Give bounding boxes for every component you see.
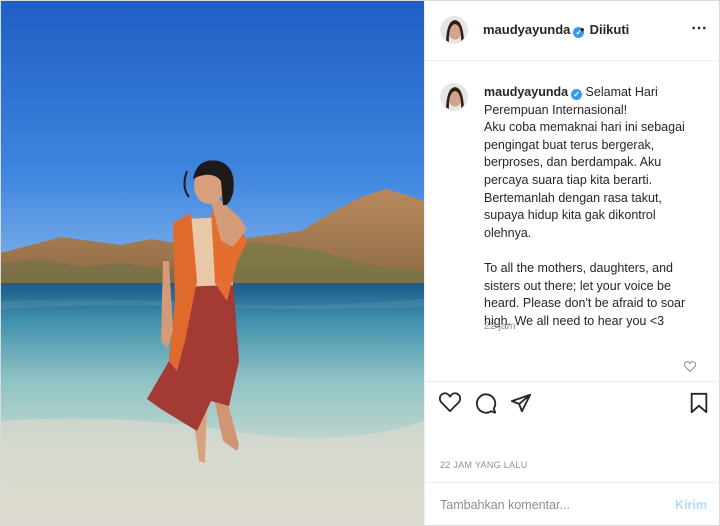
caption-line: berproses, dan berdampak. Aku <box>484 155 662 170</box>
post-detail-panel: maudyayunda ✓ • Diikuti ⋯ maudyayunda ✓ Sel… <box>424 1 720 525</box>
comment-bar: Kirim <box>425 482 720 525</box>
caption-like-heart-icon[interactable] <box>683 359 697 377</box>
post-actions-bar <box>425 381 720 426</box>
more-options-icon[interactable]: ⋯ <box>691 18 708 38</box>
caption-line: sisters out there; let your voice be <box>484 278 671 293</box>
bookmark-icon[interactable] <box>689 392 709 419</box>
post-caption: maudyayunda ✓ Selamat Hari Perempuan Inte… <box>425 62 720 362</box>
post-photo[interactable] <box>1 1 424 525</box>
post-header: maudyayunda ✓ • Diikuti ⋯ <box>425 1 720 61</box>
caption-line: Bertemanlah dengan rasa takut, <box>484 190 662 205</box>
caption-author-avatar[interactable] <box>440 83 468 111</box>
caption-line: pengingat buat terus bergerak, <box>484 137 655 152</box>
caption-line: To all the mothers, daughters, and <box>484 260 674 275</box>
caption-line: Aku coba memaknai hari ini sebagai <box>484 120 685 135</box>
caption-line: supaya hidup kita gak dikontrol <box>484 208 656 223</box>
post-comment-button[interactable]: Kirim <box>675 498 707 512</box>
heart-icon[interactable] <box>438 392 462 417</box>
follow-status[interactable]: • Diikuti <box>580 22 629 37</box>
comment-icon[interactable] <box>475 392 497 419</box>
paper-plane-icon[interactable] <box>510 392 532 419</box>
author-username[interactable]: maudyayunda ✓ <box>483 22 585 38</box>
author-avatar[interactable] <box>440 16 468 44</box>
post-time-ago[interactable]: 22 JAM YANG LALU <box>440 460 528 470</box>
comment-input[interactable] <box>440 495 660 515</box>
caption-line: Selamat Hari <box>585 85 658 99</box>
follow-status-label: Diikuti <box>589 22 630 37</box>
follow-separator: • <box>580 22 585 37</box>
caption-timestamp[interactable]: 22 jam <box>484 320 516 332</box>
caption-text: maudyayunda ✓ Selamat Hari Perempuan Inte… <box>484 84 704 330</box>
caption-line: heard. Please don't be afraid to soar <box>484 296 686 311</box>
caption-line: percaya suara tiap kita berarti. <box>484 172 653 187</box>
caption-line: Perempuan Internasional! <box>484 102 628 117</box>
caption-author-username[interactable]: maudyayunda <box>484 85 568 99</box>
caption-line: olehnya. <box>484 225 532 240</box>
caption-verified-badge-icon: ✓ <box>571 89 583 100</box>
